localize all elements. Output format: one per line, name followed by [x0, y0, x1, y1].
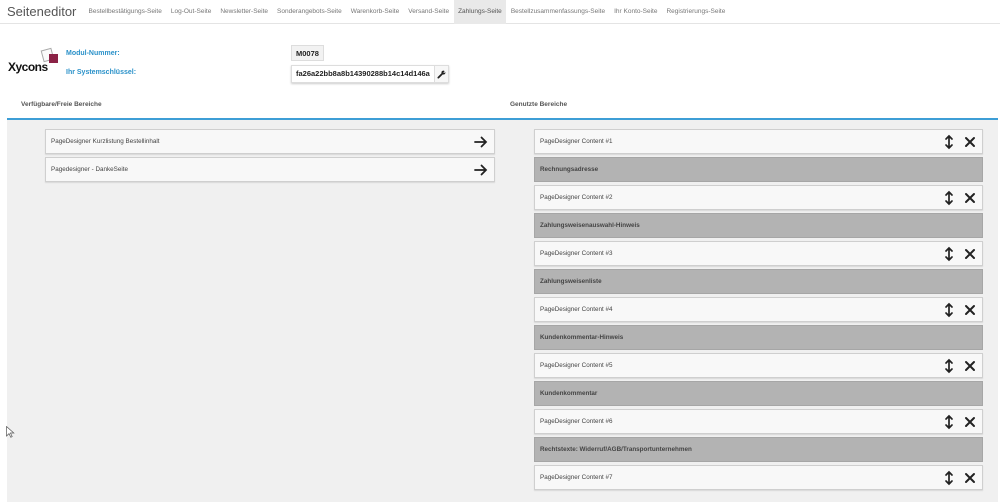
used-area-item[interactable]: PageDesigner Content #2	[534, 185, 983, 210]
tab-2[interactable]: Log-Out-Seite	[166, 0, 215, 24]
tab-7[interactable]: Zahlungs-Seite	[453, 0, 507, 24]
mouse-cursor-icon	[6, 426, 15, 438]
used-area-label: PageDesigner Content #1	[540, 138, 613, 145]
xycons-logo: Xycons	[8, 46, 60, 82]
available-area-item[interactable]: PageDesigner Kurzlistung Bestellinhalt	[45, 129, 495, 154]
used-area-label: PageDesigner Content #7	[540, 474, 613, 481]
fixed-area-label: Rechtstexte: Widerruf/AGB/Transportunter…	[540, 446, 692, 453]
editor-area: PageDesigner Kurzlistung Bestellinhalt Pa…	[7, 118, 998, 502]
used-area-label: PageDesigner Content #6	[540, 418, 613, 425]
fixed-area-label: Zahlungsweisenliste	[540, 278, 602, 285]
up-down-arrow-icon[interactable]	[944, 470, 954, 486]
close-icon[interactable]	[964, 136, 976, 148]
close-icon[interactable]	[964, 472, 976, 484]
used-area-item[interactable]: PageDesigner Content #1	[534, 129, 983, 154]
system-key-value: fa26a22bb8a8b14390288b14c14d146a	[296, 69, 430, 78]
used-area-label: PageDesigner Content #5	[540, 362, 613, 369]
used-area-item[interactable]: PageDesigner Content #3	[534, 241, 983, 266]
tab-4[interactable]: Sonderangebots-Seite	[273, 0, 347, 24]
tab-8[interactable]: Bestellzusammenfassungs-Seite	[506, 0, 609, 24]
used-area-label: PageDesigner Content #4	[540, 306, 613, 313]
up-down-arrow-icon[interactable]	[944, 302, 954, 318]
fixed-area-label: Zahlungsweisenauswahl-Hinweis	[540, 222, 640, 229]
tab-10[interactable]: Registrierungs-Seite	[662, 0, 730, 24]
tab-1[interactable]: Bestellbestätigungs-Seite	[84, 0, 166, 24]
used-area-item[interactable]: PageDesigner Content #5	[534, 353, 983, 378]
up-down-arrow-icon[interactable]	[944, 414, 954, 430]
up-down-arrow-icon[interactable]	[944, 190, 954, 206]
logo-text: Xycons	[8, 60, 48, 74]
up-down-arrow-icon[interactable]	[944, 246, 954, 262]
close-icon[interactable]	[964, 192, 976, 204]
fixed-area-block: Kundenkommentar	[534, 381, 983, 406]
app-title: Seiteneditor	[7, 4, 77, 19]
up-down-arrow-icon[interactable]	[944, 358, 954, 374]
close-icon[interactable]	[964, 360, 976, 372]
top-navigation: Seiteneditor Bestellbestätigungs-Seite Lo…	[0, 0, 1000, 24]
available-area-item[interactable]: Pagedesigner - DankeSeite	[45, 157, 495, 182]
used-area-label: PageDesigner Content #2	[540, 194, 613, 201]
used-area-item[interactable]: PageDesigner Content #6	[534, 409, 983, 434]
system-key-button[interactable]	[433, 66, 448, 82]
fixed-area-block: Rechnungsadresse	[534, 157, 983, 182]
tab-5[interactable]: Warenkorb-Seite	[346, 0, 404, 24]
close-icon[interactable]	[964, 304, 976, 316]
tab-6[interactable]: Versand-Seite	[404, 0, 454, 24]
fixed-area-block: Zahlungsweisenauswahl-Hinweis	[534, 213, 983, 238]
system-key-box: fa26a22bb8a8b14390288b14c14d146a	[291, 65, 449, 83]
tab-3[interactable]: Newsletter-Seite	[216, 0, 273, 24]
module-number-value: M0078	[291, 45, 324, 61]
fixed-area-block: Zahlungsweisenliste	[534, 269, 983, 294]
close-icon[interactable]	[964, 416, 976, 428]
page-tabs: Bestellbestätigungs-Seite Log-Out-Seite Ne…	[84, 0, 730, 24]
used-area-item[interactable]: PageDesigner Content #4	[534, 297, 983, 322]
used-area-item[interactable]: PageDesigner Content #7	[534, 465, 983, 490]
used-areas-title: Genutzte Bereiche	[510, 101, 568, 108]
arrow-right-icon[interactable]	[474, 134, 488, 150]
wrench-icon	[437, 70, 446, 79]
fixed-area-label: Kundenkommentar-Hinweis	[540, 334, 624, 341]
fixed-area-block: Rechtstexte: Widerruf/AGB/Transportunter…	[534, 437, 983, 462]
used-area-label: PageDesigner Content #3	[540, 250, 613, 257]
module-number-label: Modul-Nummer:	[66, 50, 120, 57]
tab-9[interactable]: Ihr Konto-Seite	[610, 0, 662, 24]
fixed-area-block: Kundenkommentar-Hinweis	[534, 325, 983, 350]
fixed-area-label: Rechnungsadresse	[540, 166, 599, 173]
up-down-arrow-icon[interactable]	[944, 134, 954, 150]
available-area-label: Pagedesigner - DankeSeite	[51, 166, 129, 173]
fixed-area-label: Kundenkommentar	[540, 390, 598, 397]
close-icon[interactable]	[964, 248, 976, 260]
available-area-label: PageDesigner Kurzlistung Bestellinhalt	[51, 138, 160, 145]
available-areas-title: Verfügbare/Freie Bereiche	[21, 101, 102, 108]
arrow-right-icon[interactable]	[474, 162, 488, 178]
system-key-label: Ihr Systemschlüssel:	[66, 69, 137, 76]
